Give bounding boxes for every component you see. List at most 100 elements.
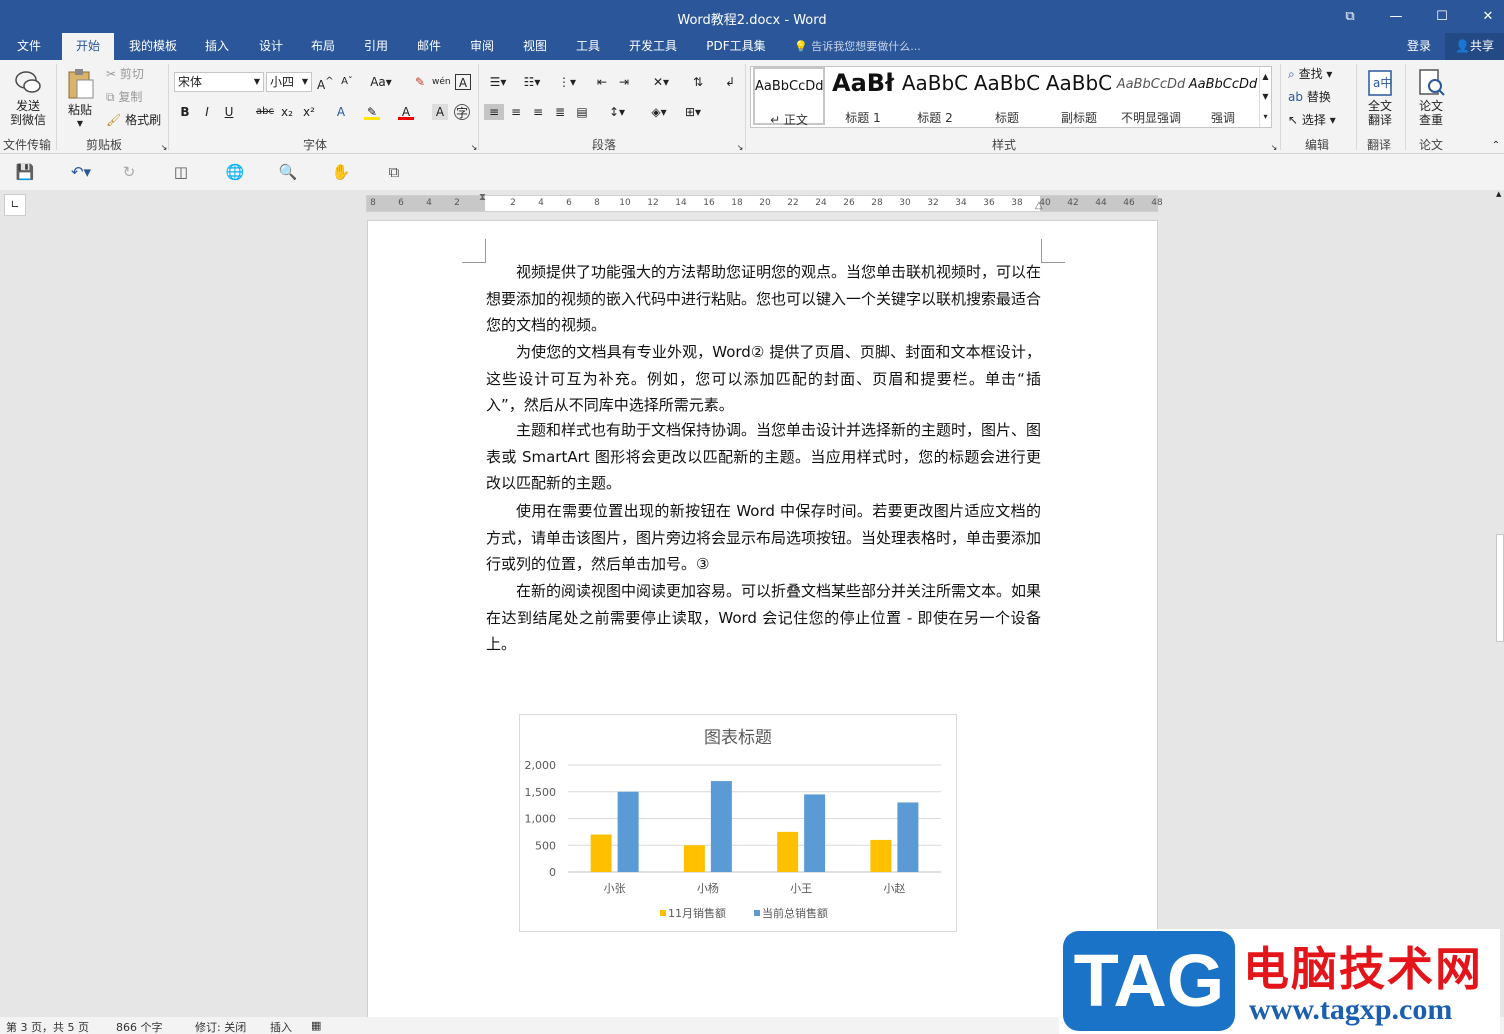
char-border-icon[interactable]: A [455,74,471,90]
tab-layout[interactable]: 布局 [302,33,344,60]
right-indent-marker-icon[interactable]: △ [1035,200,1043,211]
read-mode-icon[interactable]: ◫ [170,162,192,182]
share-button[interactable]: 👤共享 [1445,33,1504,60]
sort-icon[interactable]: ⇅ [690,74,706,90]
collapse-ribbon-icon[interactable]: ⌃ [1488,138,1504,154]
font-size-select[interactable]: 小四 ▼ [266,72,312,92]
save-icon[interactable]: 💾 [14,162,36,182]
cut-button[interactable]: ✂ 剪切 [106,66,144,82]
chart[interactable]: 图表标题 0 500 1,000 1,500 2,000 小张 小杨 小王 小赵 11月销售额 当前总… [519,714,957,932]
horizontal-ruler[interactable]: 8 6 4 2 2 4 6 8 10 12 14 16 18 20 22 24 26 28 30 32 34 36 38 40… [366,192,1163,212]
strikethrough-icon[interactable]: abc [255,104,275,120]
align-left-icon[interactable]: ≡ [484,104,504,120]
document-page[interactable]: 视频提供了功能强大的方法帮助您证明您的观点。当您单击联机视频时，可以在想要添加的… [367,220,1158,1017]
tab-file[interactable]: 文件 [4,33,54,60]
full-translate-button[interactable]: a中 全文 翻译 [1362,68,1398,127]
gallery-scroll[interactable]: ▲ ▼ ▾ [1259,67,1271,127]
paragraph[interactable]: 视频提供了功能强大的方法帮助您证明您的观点。当您单击联机视频时，可以在想要添加的… [486,259,1041,339]
chinese-layout-icon[interactable]: ✕▾ [648,74,674,90]
tab-view[interactable]: 视图 [514,33,556,60]
replace-button[interactable]: ab 替换 [1288,89,1331,105]
tab-design[interactable]: 设计 [250,33,292,60]
style-heading-2[interactable]: AaBbC 标题 2 [899,67,971,127]
increase-indent-icon[interactable]: ⇥ [616,74,632,90]
send-to-wechat-button[interactable]: 发送 到微信 [6,68,50,127]
multilevel-list-icon[interactable]: ⋮▾ [554,74,580,90]
copy-button[interactable]: ⧉ 复制 [106,89,142,105]
page-count[interactable]: 第 3 页，共 5 页 [6,1019,89,1034]
tab-my-templates[interactable]: 我的模板 [120,33,186,60]
tab-home[interactable]: 开始 [62,33,114,60]
vertical-scrollbar[interactable]: ▲ [1496,190,1504,1017]
find-button[interactable]: ⌕ 查找 ▾ [1288,66,1332,82]
style-normal[interactable]: AaBbCcDd ↵ 正文 [753,67,825,127]
indent-marker-icon[interactable]: ⧗ [479,192,486,203]
shading-icon[interactable]: ◈▾ [646,104,672,120]
style-subtitle[interactable]: AaBbC 副标题 [1043,67,1115,127]
tab-mailings[interactable]: 邮件 [408,33,450,60]
line-spacing-icon[interactable]: ↕▾ [604,104,630,120]
print-preview-icon[interactable]: 🔍 [277,162,299,182]
change-case-icon[interactable]: Aa▾ [368,74,394,90]
scroll-thumb[interactable] [1496,534,1504,642]
gallery-more-icon[interactable]: ▾ [1260,107,1271,127]
word-count[interactable]: 866 个字 [116,1019,163,1034]
enclose-char-icon[interactable]: 字 [454,104,470,120]
redo-icon[interactable]: ↻ [118,162,140,182]
tab-stop-selector-icon[interactable]: ∟ [4,194,26,216]
highlight-icon[interactable]: ✎ [364,104,380,120]
style-heading-1[interactable]: AaBł 标题 1 [827,67,899,127]
bold-icon[interactable]: B [177,104,193,120]
paragraph[interactable]: 使用在需要位置出现的新按钮在 Word 中保存时间。若要更改图片适应文档的方式，… [486,498,1041,578]
web-layout-icon[interactable]: 🌐 [224,162,246,182]
tab-developer[interactable]: 开发工具 [620,33,686,60]
align-center-icon[interactable]: ≡ [508,104,524,120]
underline-icon[interactable]: U [221,104,237,120]
italic-icon[interactable]: I [199,104,215,120]
minimize-button[interactable]: — [1373,0,1419,33]
chevron-up-icon[interactable]: ▲ [1260,67,1271,87]
maximize-button[interactable]: ☐ [1419,0,1465,33]
customize-icon[interactable]: ⧉ [383,162,405,182]
track-changes-status[interactable]: 修订: 关闭 [195,1019,246,1034]
distributed-icon[interactable]: ▤ [574,104,590,120]
format-painter-button[interactable]: 🖌 格式刷 [106,112,161,128]
close-button[interactable]: ✕ [1465,0,1504,33]
select-button[interactable]: ↖ 选择 ▾ [1288,112,1336,128]
bullets-icon[interactable]: ☰▾ [486,74,510,90]
login-link[interactable]: 登录 [1407,33,1431,60]
macro-icon[interactable]: ▦ [311,1019,321,1032]
tab-references[interactable]: 引用 [355,33,397,60]
paragraph[interactable]: 在新的阅读视图中阅读更加容易。可以折叠文档某些部分并关注所需文本。如果在达到结尾… [486,578,1041,658]
tab-pdf-tools[interactable]: PDF工具集 [698,33,774,60]
paragraph[interactable]: 主题和样式也有助于文档保持协调。当您单击设计并选择新的主题时，图片、图表或 Sm… [486,417,1041,497]
paper-check-button[interactable]: 论文 查重 [1413,68,1449,127]
char-shading-icon[interactable]: A [432,104,448,120]
scroll-up-icon[interactable]: ▲ [1496,190,1501,198]
borders-icon[interactable]: ⊞▾ [680,104,706,120]
font-name-select[interactable]: 宋体 ▼ [174,72,264,92]
paste-button[interactable]: 粘贴 ▼ [62,68,98,131]
style-subtle-emphasis[interactable]: AaBbCcDd 不明显强调 [1115,67,1187,127]
shrink-font-icon[interactable]: Aˇ [339,74,355,90]
style-emphasis[interactable]: AaBbCcDd 强调 [1187,67,1259,127]
subscript-icon[interactable]: x₂ [279,104,295,120]
touch-mode-icon[interactable]: ✋ [330,162,352,182]
chevron-down-icon[interactable]: ▼ [1260,87,1271,107]
grow-font-icon[interactable]: A^ [317,74,334,92]
numbering-icon[interactable]: ☷▾ [520,74,544,90]
clear-format-icon[interactable]: ✎ [412,74,428,90]
font-color-icon[interactable]: A [398,104,414,120]
superscript-icon[interactable]: x² [301,104,317,120]
phonetic-guide-icon[interactable]: wén [432,74,451,90]
text-effects-icon[interactable]: A [333,104,349,120]
undo-icon[interactable]: ↶▾ [64,162,98,182]
tab-tools[interactable]: 工具 [567,33,609,60]
tab-insert[interactable]: 插入 [196,33,238,60]
decrease-indent-icon[interactable]: ⇤ [594,74,610,90]
show-marks-icon[interactable]: ↲ [722,74,738,90]
tell-me-search[interactable]: 💡 告诉我您想要做什么... [794,33,921,60]
paragraph[interactable]: 为使您的文档具有专业外观，Word② 提供了页眉、页脚、封面和文本框设计，这些设… [486,339,1041,419]
insert-mode-status[interactable]: 插入 [270,1019,292,1034]
tab-review[interactable]: 审阅 [461,33,503,60]
